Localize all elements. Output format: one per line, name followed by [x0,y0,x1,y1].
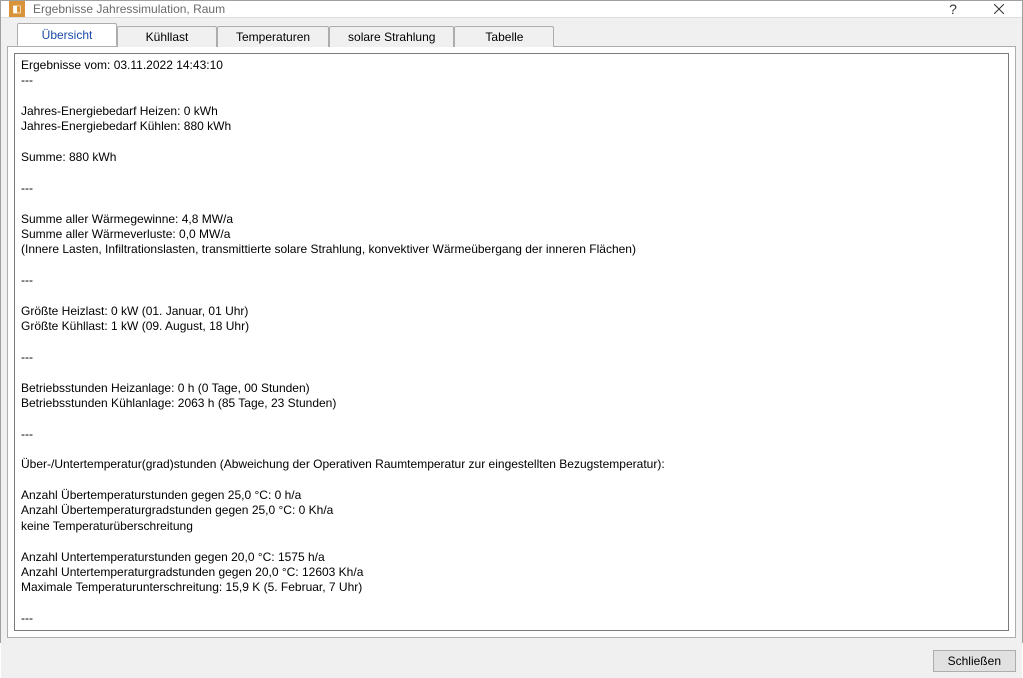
dialog-body: Übersicht Kühllast Temperaturen solare S… [1,18,1022,644]
tab-solare-strahlung[interactable]: solare Strahlung [329,26,454,47]
window-controls: ? [930,1,1022,17]
tab-strip: Übersicht Kühllast Temperaturen solare S… [17,24,1016,46]
app-icon: ◧ [9,1,25,17]
titlebar: ◧ Ergebnisse Jahressimulation, Raum ? [1,1,1022,18]
tab-tabelle[interactable]: Tabelle [454,26,554,47]
results-text: Ergebnisse vom: 03.11.2022 14:43:10 --- … [14,53,1009,631]
tab-temperaturen[interactable]: Temperaturen [217,26,329,47]
button-row: Schließen [1,644,1022,678]
window-close-button[interactable] [976,1,1022,17]
tab-kuehllast[interactable]: Kühllast [117,26,217,47]
tab-content: Ergebnisse vom: 03.11.2022 14:43:10 --- … [7,46,1016,638]
help-icon: ? [949,1,957,17]
close-icon [994,4,1004,14]
help-button[interactable]: ? [930,1,976,17]
window-title: Ergebnisse Jahressimulation, Raum [33,2,930,16]
close-button[interactable]: Schließen [933,650,1016,672]
tab-uebersicht[interactable]: Übersicht [17,23,117,46]
